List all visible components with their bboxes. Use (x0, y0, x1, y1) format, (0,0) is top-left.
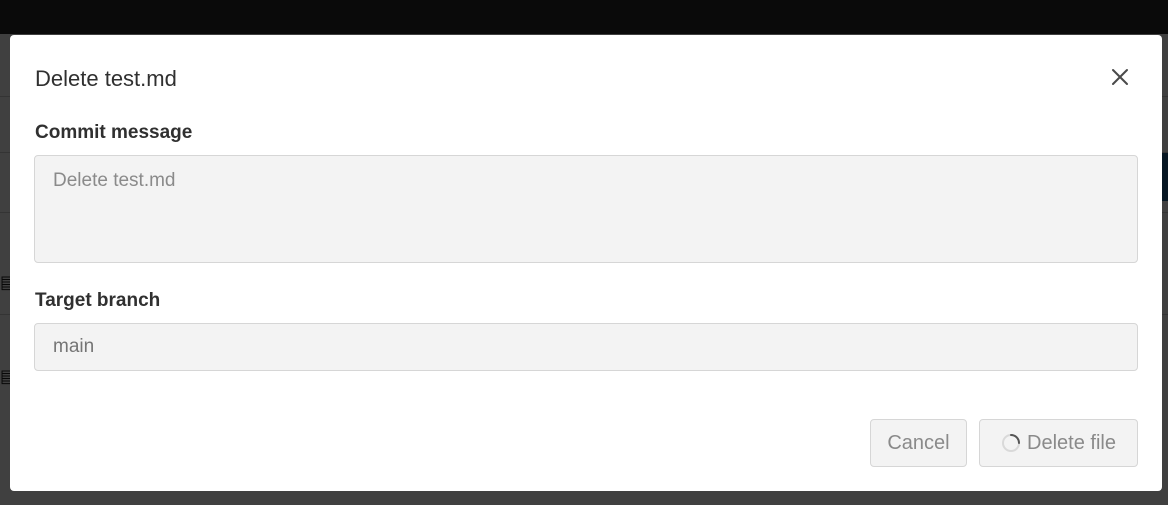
cancel-button[interactable]: Cancel (870, 419, 967, 467)
delete-file-modal: Delete test.md Commit message Target bra… (10, 35, 1162, 491)
target-branch-field[interactable] (34, 323, 1138, 371)
delete-file-button-label: Delete file (1027, 431, 1116, 454)
commit-message-label: Commit message (35, 122, 193, 143)
cancel-button-label: Cancel (887, 431, 950, 454)
delete-file-button[interactable]: Delete file (979, 419, 1138, 467)
target-branch-label: Target branch (35, 290, 161, 311)
close-icon (1112, 69, 1128, 85)
commit-message-field[interactable] (34, 155, 1138, 263)
modal-title: Delete test.md (35, 66, 177, 91)
close-button[interactable] (1106, 63, 1134, 91)
spinner-icon (1002, 434, 1021, 452)
